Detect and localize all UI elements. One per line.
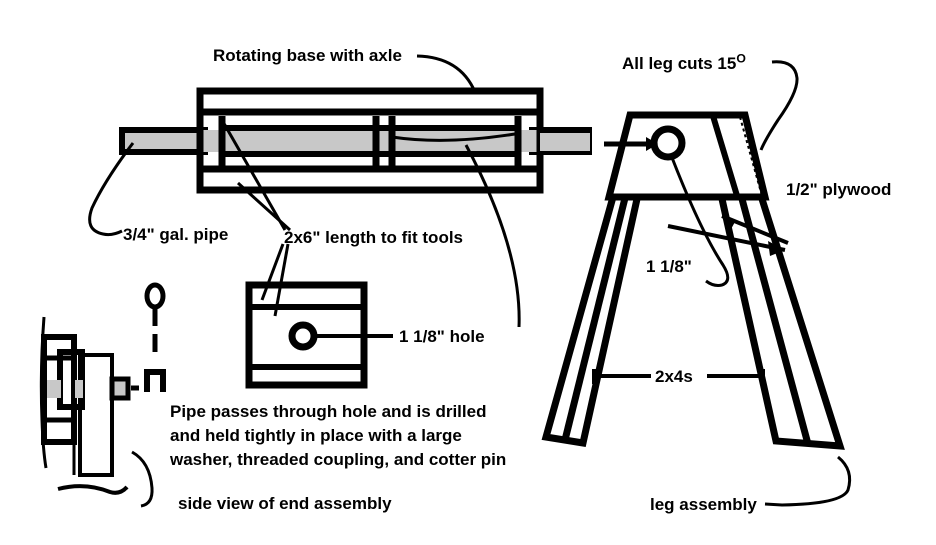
side-view-ground-sweep bbox=[57, 484, 129, 495]
note-line-2: and held tightly in place with a large bbox=[170, 426, 462, 446]
cotter-pin-loop bbox=[144, 282, 166, 310]
rotating-base-assembly bbox=[119, 87, 592, 194]
label-two-by-six: 2x6" length to fit tools bbox=[284, 228, 464, 247]
axle-pipe-center bbox=[200, 130, 540, 152]
side-view-pipe-seg-2 bbox=[75, 380, 83, 398]
degree-symbol-icon: O bbox=[736, 51, 746, 66]
side-view-end-assembly bbox=[39, 316, 154, 508]
leg-top-plywood-outline bbox=[604, 111, 770, 201]
cotter-pin-detail bbox=[144, 282, 166, 392]
label-gal-pipe: 3/4" gal. pipe bbox=[123, 225, 229, 244]
leader-all-leg-cuts bbox=[759, 60, 799, 151]
leg-assembly-drawing bbox=[540, 111, 852, 507]
label-rotating-base: Rotating base with axle bbox=[213, 46, 402, 65]
note-block: Pipe passes through hole and is drilled … bbox=[170, 400, 506, 472]
leg-plywood-edge-1 bbox=[710, 115, 741, 200]
label-side-view: side view of end assembly bbox=[178, 494, 392, 513]
label-leg-assembly: leg assembly bbox=[650, 495, 757, 514]
leader-rotating-base bbox=[416, 54, 477, 93]
cotter-pin-prongs bbox=[144, 369, 166, 392]
leg-right-board-outer bbox=[718, 197, 845, 450]
drawing-canvas: Rotating base with axle All leg cuts 15O… bbox=[0, 0, 936, 545]
label-all-leg-cuts: All leg cuts 15O bbox=[622, 51, 746, 75]
label-all-leg-cuts-text: All leg cuts 15 bbox=[622, 54, 737, 73]
note-line-1: Pipe passes through hole and is drilled bbox=[170, 402, 487, 421]
side-view-leader bbox=[131, 450, 154, 508]
two-by-six-hole bbox=[288, 321, 318, 351]
side-view-pipe-seg-3 bbox=[109, 376, 131, 401]
leg-axle-pipe-stub bbox=[540, 133, 590, 151]
label-plywood: 1/2" plywood bbox=[786, 180, 892, 199]
two-by-six-detail bbox=[245, 281, 393, 389]
note-line-3: washer, threaded coupling, and cotter pi… bbox=[170, 450, 507, 470]
label-hole: 1 1/8" hole bbox=[399, 327, 485, 346]
axle-pipe-left bbox=[119, 127, 208, 155]
label-hole-dim: 1 1/8" bbox=[646, 257, 692, 276]
leader-leg-assembly bbox=[764, 455, 852, 507]
leader-gal-pipe bbox=[88, 142, 135, 237]
label-two-by-fours: 2x4s bbox=[655, 367, 693, 386]
side-view-pipe-seg-1 bbox=[47, 380, 61, 398]
leg-axle-hole bbox=[650, 125, 686, 161]
